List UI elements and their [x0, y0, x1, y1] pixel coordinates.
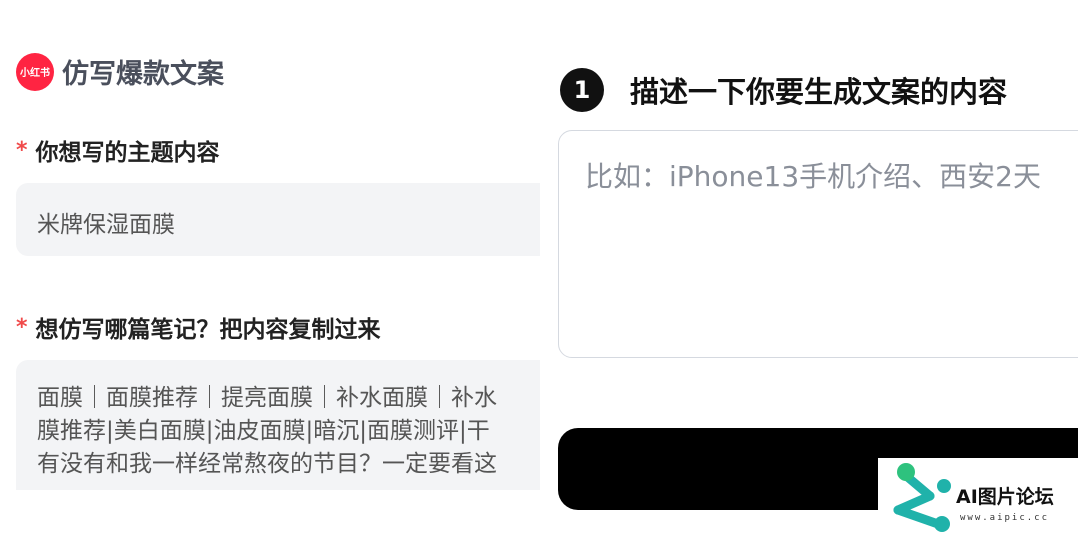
watermark: AI图片论坛 www.aipic.cc [878, 458, 1078, 539]
topic-input[interactable]: 米牌保湿面膜 [16, 183, 540, 256]
note-textarea[interactable]: 面膜｜面膜推荐｜提亮面膜｜补水面膜｜补水 膜推荐|美白面膜|油皮面膜|暗沉|面膜… [16, 360, 540, 495]
note-label: * 想仿写哪篇笔记？把内容复制过来 [16, 310, 381, 344]
left-panel: 小红书 仿写爆款文案 * 你想写的主题内容 米牌保湿面膜 * 想仿写哪篇笔记？把… [0, 0, 540, 539]
bottom-cutoff [0, 490, 540, 539]
topic-label-text: 你想写的主题内容 [35, 140, 220, 166]
step-heading: 1 描述一下你要生成文案的内容 [560, 68, 1007, 112]
topic-label: * 你想写的主题内容 [16, 133, 220, 167]
required-asterisk: * [16, 137, 28, 163]
note-label-text: 想仿写哪篇笔记？把内容复制过来 [35, 317, 381, 343]
note-line: 面膜｜面膜推荐｜提亮面膜｜补水面膜｜补水 [37, 385, 497, 411]
xiaohongshu-logo: 小红书 [16, 52, 54, 91]
required-asterisk: * [16, 314, 28, 340]
app-title: 仿写爆款文案 [62, 59, 224, 90]
note-line: 有没有和我一样经常熬夜的节目？一定要看这 [37, 451, 497, 477]
note-line: 膜推荐|美白面膜|油皮面膜|暗沉|面膜测评|干 [37, 418, 490, 444]
watermark-url: www.aipic.cc [960, 513, 1050, 523]
step-title: 描述一下你要生成文案的内容 [630, 75, 1008, 109]
molecule-logo-icon [893, 463, 951, 532]
app-header: 小红书 仿写爆款文案 [16, 52, 224, 91]
description-textarea[interactable]: 比如：iPhone13手机介绍、西安2天 [558, 130, 1078, 358]
step-number-badge: 1 [560, 68, 604, 112]
watermark-title: AI图片论坛 [956, 486, 1054, 508]
